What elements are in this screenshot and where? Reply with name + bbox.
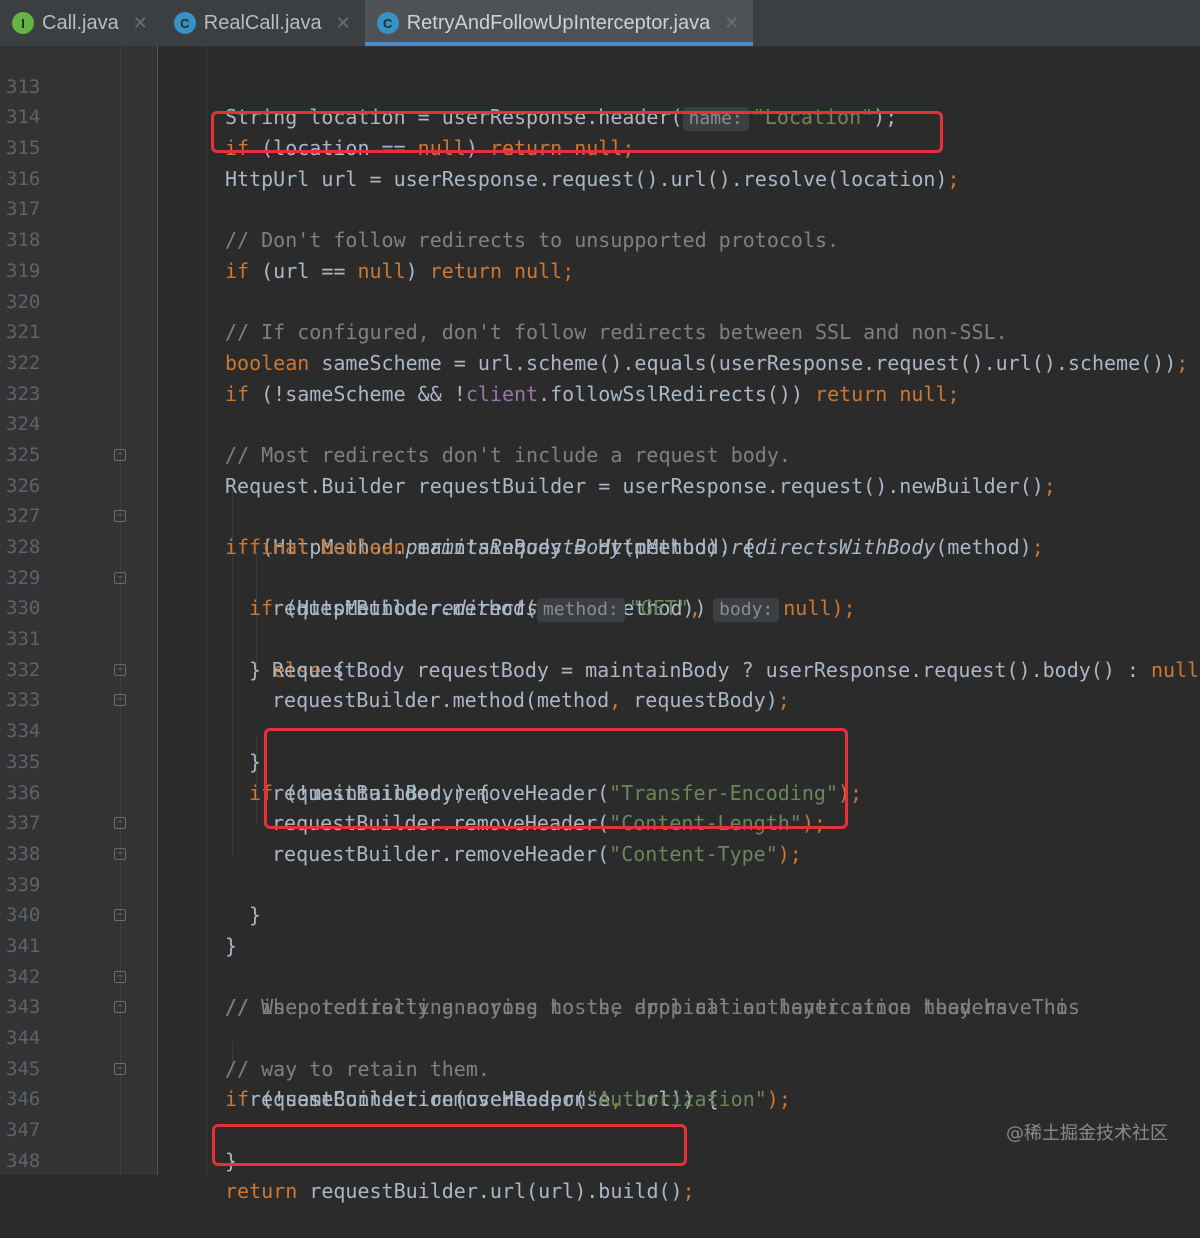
fold-toggle-icon[interactable]: − [114, 1001, 126, 1014]
highlight-box-return-build [212, 1124, 687, 1166]
code-line[interactable]: 347 [0, 1084, 1200, 1141]
code-line[interactable]: 321 boolean sameScheme = url.scheme().eq… [0, 287, 1200, 375]
editor-tab-bar: I Call.java ✕ C RealCall.java ✕ C RetryA… [0, 0, 1200, 47]
code-line[interactable]: 334 − if (!maintainBody) { [0, 685, 1200, 805]
close-icon[interactable]: ✕ [336, 13, 351, 34]
code-line[interactable]: 318 if (url == null) return null; [0, 194, 1200, 283]
code-line[interactable]: 343 − // way to retain them. [0, 962, 1200, 1081]
fold-toggle-icon[interactable]: − [114, 909, 126, 922]
tab-label: Call.java [42, 11, 119, 34]
fold-toggle-icon[interactable]: − [114, 847, 126, 860]
close-icon[interactable]: ✕ [133, 13, 148, 34]
highlight-box-resolve-url [211, 111, 943, 153]
code-line[interactable]: 326 − if (HttpMethod.permitsRequestBody(… [0, 440, 1200, 559]
code-editor[interactable]: 313 String location = userResponse.heade… [0, 41, 1200, 1204]
code-line[interactable]: 333 − } [0, 655, 1200, 774]
code-line[interactable]: 325 Request.Builder requestBuilder = use… [0, 409, 1200, 498]
code-line[interactable]: 328 − if (HttpMethod.redirectsToGet(meth… [0, 501, 1200, 620]
code-text: return requestBuilder.url(url).build(); [225, 1179, 695, 1204]
code-line[interactable]: 342 // is potentially annoying to the ap… [0, 931, 1200, 1020]
code-line[interactable]: 319 [0, 225, 1200, 282]
code-line[interactable]: 331 RequestBody requestBody = maintainBo… [0, 593, 1200, 682]
tab-retryandfollowupinterceptor-java[interactable]: C RetryAndFollowUpInterceptor.java ✕ [364, 0, 754, 46]
code-line[interactable]: 327 final boolean maintainBody = HttpMet… [0, 471, 1200, 559]
code-line[interactable]: 329 requestBuilder.method(method: "GET", … [0, 532, 1200, 623]
code-line[interactable]: 341 − // When redirecting across hosts, … [0, 900, 1200, 1019]
fold-toggle-icon[interactable]: − [114, 694, 126, 707]
close-icon[interactable]: ✕ [724, 13, 739, 34]
fold-toggle-icon[interactable]: − [114, 510, 126, 523]
class-icon: C [173, 12, 196, 34]
code-line[interactable]: 330 − } else { [0, 563, 1200, 682]
highlight-box-remove-headers [264, 728, 848, 829]
code-line[interactable]: 346 − } [0, 1054, 1200, 1173]
fold-toggle-icon[interactable]: − [114, 448, 126, 461]
code-line[interactable]: 344 − if (!sameConnection(userResponse, … [0, 992, 1200, 1111]
fold-toggle-icon[interactable]: − [114, 817, 126, 830]
tab-call-java[interactable]: I Call.java ✕ [0, 0, 162, 46]
class-icon: C [376, 12, 399, 34]
code-line[interactable]: 340 [0, 870, 1200, 926]
fold-toggle-icon[interactable]: − [114, 663, 126, 676]
code-line[interactable]: 339 − } [0, 839, 1200, 958]
code-line[interactable]: 322 if (!sameScheme && !client.followSsl… [0, 317, 1200, 406]
code-line[interactable]: 323 [0, 348, 1200, 405]
tab-realcall-java[interactable]: C RealCall.java ✕ [162, 0, 365, 46]
code-line[interactable]: 317 // Don't follow redirects to unsuppo… [0, 164, 1200, 252]
tab-label: RetryAndFollowUpInterceptor.java [406, 11, 711, 34]
watermark: @稀土掘金技术社区 [1006, 1123, 1168, 1144]
tab-label: RealCall.java [203, 11, 322, 34]
fold-toggle-icon[interactable]: − [114, 571, 126, 584]
code-line[interactable]: 320 // If configured, don't follow redir… [0, 256, 1200, 345]
fold-toggle-icon[interactable]: − [114, 1062, 126, 1075]
code-line[interactable]: 324 // Most redirects don't include a re… [0, 379, 1200, 467]
code-line[interactable]: 313 String location = userResponse.heade… [0, 41, 1200, 132]
fold-toggle-icon[interactable]: − [114, 970, 126, 983]
code-line[interactable]: 314 if (location == null) return null; [0, 72, 1200, 160]
code-line[interactable]: 332 requestBuilder.method(method, reques… [0, 624, 1200, 713]
code-line[interactable]: 345 requestBuilder.removeHeader("Authori… [0, 1023, 1200, 1112]
interface-icon: I [12, 12, 34, 34]
